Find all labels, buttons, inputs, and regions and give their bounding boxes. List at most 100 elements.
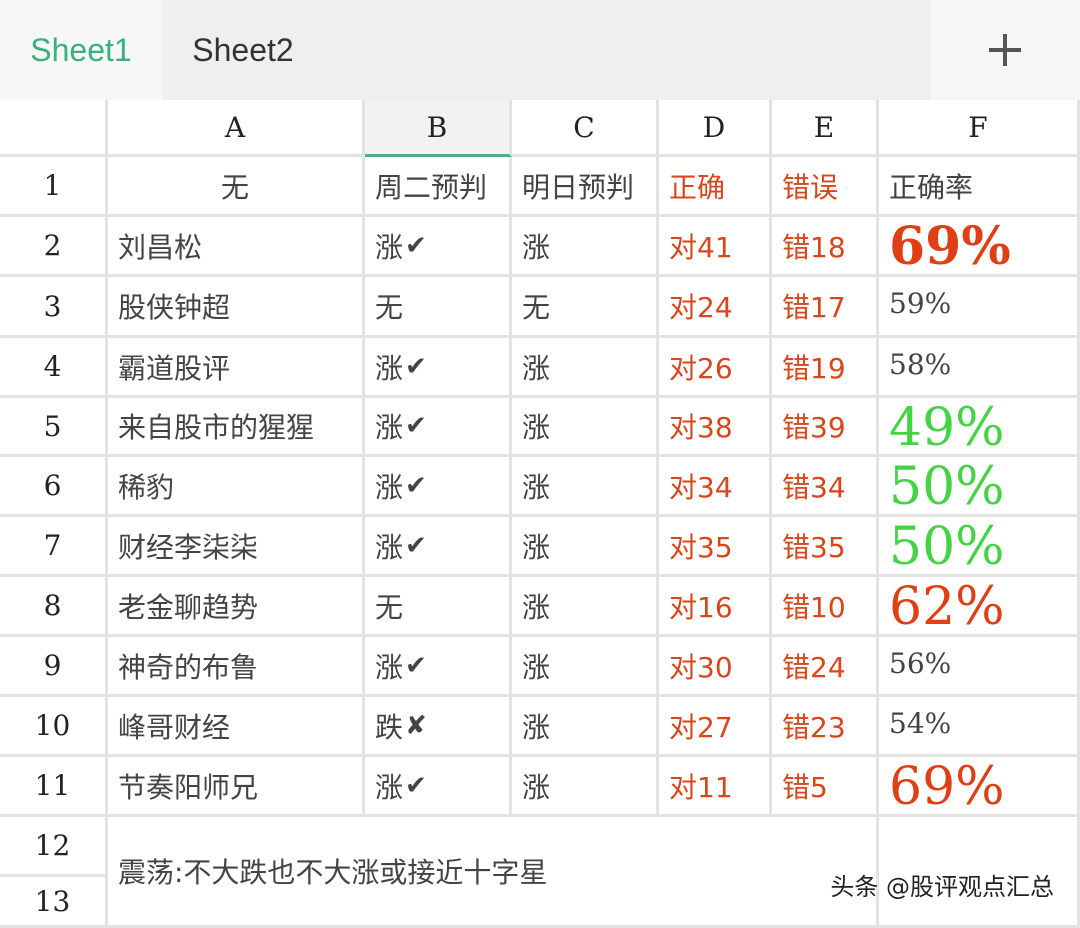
row-header-9[interactable]: 9 (0, 637, 108, 697)
cell-a5[interactable]: 来自股市的猩猩 (108, 398, 365, 457)
tuesday-prediction: 涨 (375, 230, 404, 264)
row-header-11[interactable]: 11 (0, 757, 108, 817)
cell-c8[interactable]: 涨 (512, 577, 659, 637)
cell-d5[interactable]: 对38 (659, 398, 772, 457)
cell-d9[interactable]: 对30 (659, 637, 772, 697)
correct-count: 对11 (669, 770, 733, 804)
row-header-4[interactable]: 4 (0, 338, 108, 398)
analyst-name: 霸道股评 (118, 351, 231, 385)
cell-d3[interactable]: 对24 (659, 277, 772, 338)
row-header-3[interactable]: 3 (0, 277, 108, 338)
cell-e9[interactable]: 错24 (772, 637, 879, 697)
cell-b3[interactable]: 无 (365, 277, 512, 338)
cell-d7[interactable]: 对35 (659, 517, 772, 577)
cell-b1[interactable]: 周二预判 (365, 157, 512, 217)
column-header-a[interactable]: A (108, 100, 365, 157)
tab-sheet1[interactable]: Sheet1 (0, 0, 162, 100)
cell-e1[interactable]: 错误 (772, 157, 879, 217)
cell-b8[interactable]: 无 (365, 577, 512, 637)
wrong-count: 错24 (782, 650, 846, 684)
cell-b7[interactable]: 涨 ✔ (365, 517, 512, 577)
cell-f7[interactable]: 50% (879, 517, 1080, 577)
add-sheet-button[interactable] (930, 0, 1080, 100)
cell-e3[interactable]: 错17 (772, 277, 879, 338)
cell-c3[interactable]: 无 (512, 277, 659, 338)
cell-c4[interactable]: 涨 (512, 338, 659, 398)
accuracy-rate: 49% (889, 398, 1005, 458)
cell-e6[interactable]: 错34 (772, 457, 879, 517)
cell-b9[interactable]: 涨 ✔ (365, 637, 512, 697)
tab-sheet2[interactable]: Sheet2 (162, 0, 324, 100)
cell-a6[interactable]: 稀豹 (108, 457, 365, 517)
cell-b6[interactable]: 涨 ✔ (365, 457, 512, 517)
cell-c10[interactable]: 涨 (512, 697, 659, 757)
cell-f1[interactable]: 正确率 (879, 157, 1080, 217)
row-header-2[interactable]: 2 (0, 217, 108, 277)
cell-a7[interactable]: 财经李柒柒 (108, 517, 365, 577)
cell-a4[interactable]: 霸道股评 (108, 338, 365, 398)
cell-a10[interactable]: 峰哥财经 (108, 697, 365, 757)
cell-c9[interactable]: 涨 (512, 637, 659, 697)
row-header-10[interactable]: 10 (0, 697, 108, 757)
cell-f4[interactable]: 58% (879, 338, 1080, 398)
correct-count: 对24 (669, 291, 733, 324)
tuesday-prediction: 涨 (375, 470, 404, 504)
row-header-13[interactable]: 13 (0, 877, 108, 928)
cell-d1[interactable]: 正确 (659, 157, 772, 217)
cell-b4[interactable]: 涨 ✔ (365, 338, 512, 398)
cell-f2[interactable]: 69% (879, 217, 1080, 277)
row-header-6[interactable]: 6 (0, 457, 108, 517)
cell-a3[interactable]: 股侠钟超 (108, 277, 365, 338)
cell-e8[interactable]: 错10 (772, 577, 879, 637)
analyst-name: 稀豹 (118, 470, 175, 504)
cell-c11[interactable]: 涨 (512, 757, 659, 817)
row-header-12[interactable]: 12 (0, 817, 108, 877)
row-header-7[interactable]: 7 (0, 517, 108, 577)
cell-b11[interactable]: 涨 ✔ (365, 757, 512, 817)
cell-f6[interactable]: 50% (879, 457, 1080, 517)
cell-e5[interactable]: 错39 (772, 398, 879, 457)
cell-a9[interactable]: 神奇的布鲁 (108, 637, 365, 697)
cell-f5[interactable]: 49% (879, 398, 1080, 457)
cell-a1[interactable]: 无 (108, 157, 365, 217)
column-header-d[interactable]: D (659, 100, 772, 157)
cell-f9[interactable]: 56% (879, 637, 1080, 697)
accuracy-rate: 69% (889, 216, 1011, 277)
row-header-8[interactable]: 8 (0, 577, 108, 637)
column-header-f[interactable]: F (879, 100, 1080, 157)
cell-e11[interactable]: 错5 (772, 757, 879, 817)
cell-c7[interactable]: 涨 (512, 517, 659, 577)
cell-e2[interactable]: 错18 (772, 217, 879, 277)
cell-c1[interactable]: 明日预判 (512, 157, 659, 217)
row-header-1[interactable]: 1 (0, 157, 108, 217)
cell-d4[interactable]: 对26 (659, 338, 772, 398)
cell-b5[interactable]: 涨 ✔ (365, 398, 512, 457)
column-header-e[interactable]: E (772, 100, 879, 157)
cell-b10[interactable]: 跌 ✘ (365, 697, 512, 757)
column-header-b[interactable]: B (365, 100, 512, 157)
cell-e7[interactable]: 错35 (772, 517, 879, 577)
cell-a11[interactable]: 节奏阳师兄 (108, 757, 365, 817)
cell-d2[interactable]: 对41 (659, 217, 772, 277)
cell-f10[interactable]: 54% (879, 697, 1080, 757)
cell-a2[interactable]: 刘昌松 (108, 217, 365, 277)
cell-e10[interactable]: 错23 (772, 697, 879, 757)
cell-b2[interactable]: 涨 ✔ (365, 217, 512, 277)
cell-f8[interactable]: 62% (879, 577, 1080, 637)
cell-d6[interactable]: 对34 (659, 457, 772, 517)
cell-c6[interactable]: 涨 (512, 457, 659, 517)
cell-c2[interactable]: 涨 (512, 217, 659, 277)
merged-note-cell[interactable]: 震荡:不大跌也不大涨或接近十字星 (108, 817, 879, 928)
cell-d11[interactable]: 对11 (659, 757, 772, 817)
column-header-c[interactable]: C (512, 100, 659, 157)
cell-d10[interactable]: 对27 (659, 697, 772, 757)
cell-d8[interactable]: 对16 (659, 577, 772, 637)
cell-a8[interactable]: 老金聊趋势 (108, 577, 365, 637)
cell-c5[interactable]: 涨 (512, 398, 659, 457)
cell-f3[interactable]: 59% (879, 277, 1080, 338)
select-all-corner[interactable] (0, 100, 108, 157)
header-f-text: 正确率 (889, 170, 974, 204)
row-header-5[interactable]: 5 (0, 398, 108, 457)
cell-e4[interactable]: 错19 (772, 338, 879, 398)
cell-f11[interactable]: 69% (879, 757, 1080, 817)
